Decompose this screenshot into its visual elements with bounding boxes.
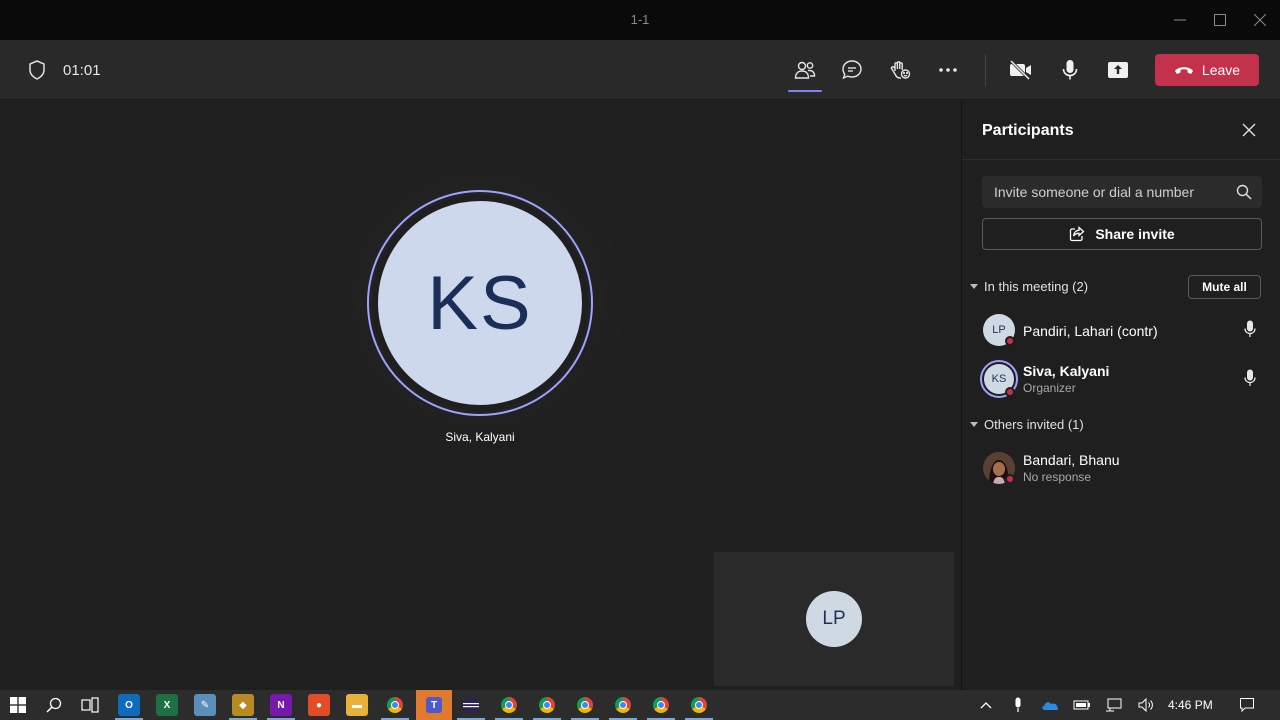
invited-status: No response (1023, 470, 1092, 484)
leave-label: Leave (1201, 62, 1241, 78)
main-participant-name: Siva, Kalyani (445, 430, 515, 444)
self-avatar: LP (806, 591, 862, 647)
maximize-button[interactable] (1208, 8, 1232, 32)
more-icon (939, 68, 957, 72)
participant-row[interactable]: LP Pandiri, Lahari (contr) (962, 314, 1280, 360)
toolbar-divider (985, 54, 986, 86)
share-invite-label: Share invite (1095, 226, 1175, 242)
busy-status-icon (1005, 387, 1015, 397)
camera-toggle[interactable] (1005, 54, 1037, 86)
main-avatar: KS (367, 190, 593, 416)
search-icon[interactable] (1236, 184, 1252, 205)
in-meeting-label: In this meeting (2) (984, 279, 1089, 294)
windows-taskbar: O X ✎ ◆ N ● ▬ T 4:46 PM (0, 690, 1280, 720)
close-icon (1254, 14, 1266, 26)
panel-title: Participants (982, 122, 1074, 139)
title-bar: 1-1 (0, 0, 1280, 40)
leave-button[interactable]: Leave (1155, 54, 1259, 86)
search-icon[interactable] (43, 694, 65, 716)
show-hidden-icons-chevron-icon[interactable] (975, 694, 997, 716)
caret-down-icon (970, 421, 978, 427)
chat-icon (842, 60, 862, 80)
eclipse-icon[interactable] (460, 694, 482, 716)
share-invite-button[interactable]: Share invite (982, 218, 1262, 250)
network-icon[interactable] (1103, 694, 1125, 716)
onenote-icon[interactable]: N (270, 694, 292, 716)
more-actions-button[interactable] (932, 54, 964, 86)
reactions-button[interactable] (884, 54, 916, 86)
excel-icon[interactable]: X (156, 694, 178, 716)
participant-name: Pandiri, Lahari (contr) (1023, 323, 1158, 339)
paint-icon[interactable]: ● (308, 694, 330, 716)
chrome-icon[interactable] (384, 694, 406, 716)
chrome-icon[interactable] (536, 694, 558, 716)
notifications-icon[interactable] (1236, 694, 1258, 716)
chrome-icon[interactable] (498, 694, 520, 716)
invited-name: Bandari, Bhanu (1023, 452, 1120, 468)
participant-role: Organizer (1023, 381, 1076, 395)
participants-panel: Participants Share invite In this meetin… (961, 100, 1280, 690)
chrome-icon[interactable] (612, 694, 634, 716)
invite-search (982, 176, 1262, 208)
hang-up-icon (1174, 67, 1193, 74)
participants-button[interactable] (788, 54, 822, 92)
others-invited-section-toggle[interactable]: Others invited (1) (970, 417, 1084, 432)
close-icon (1242, 123, 1256, 137)
chrome-icon[interactable] (688, 694, 710, 716)
notepad-icon[interactable]: ✎ (194, 694, 216, 716)
camera-off-icon (1009, 59, 1031, 81)
onedrive-icon[interactable] (1039, 694, 1061, 716)
mic-icon[interactable] (1244, 369, 1256, 392)
people-icon (794, 61, 816, 79)
maximize-icon (1214, 14, 1226, 26)
invite-search-input[interactable] (982, 176, 1232, 208)
caret-down-icon (970, 283, 978, 289)
task-view-icon[interactable] (79, 694, 101, 716)
battery-icon[interactable] (1071, 694, 1093, 716)
share-icon (1070, 226, 1085, 242)
close-window-button[interactable] (1248, 8, 1272, 32)
chrome-icon[interactable] (650, 694, 672, 716)
mute-all-button[interactable]: Mute all (1188, 275, 1261, 299)
meeting-toolbar: 01:01 Leave (0, 40, 1280, 100)
participant-name: Siva, Kalyani (1023, 363, 1110, 379)
taskbar-clock[interactable]: 4:46 PM (1168, 698, 1213, 712)
shield-icon[interactable] (28, 60, 46, 85)
microphone-icon (1062, 60, 1078, 80)
close-panel-button[interactable] (1239, 120, 1259, 140)
participant-row[interactable]: KS Siva, Kalyani Organizer (962, 360, 1280, 409)
tray-microphone-icon[interactable] (1007, 694, 1029, 716)
in-meeting-section-toggle[interactable]: In this meeting (2) (970, 279, 1088, 294)
raise-hand-icon (890, 61, 911, 79)
volume-icon[interactable] (1135, 694, 1157, 716)
meeting-stage: KS Siva, Kalyani LP (0, 100, 960, 690)
minimize-button[interactable] (1168, 8, 1192, 32)
meeting-timer: 01:01 (63, 62, 101, 79)
busy-status-icon (1005, 474, 1015, 484)
panel-header: Participants (962, 100, 1280, 160)
windows-start-icon[interactable] (7, 694, 29, 716)
busy-status-icon (1005, 336, 1015, 346)
share-screen-icon (1108, 62, 1128, 78)
git-icon[interactable]: ◆ (232, 694, 254, 716)
outlook-icon[interactable]: O (118, 694, 140, 716)
teams-icon[interactable]: T (416, 690, 452, 720)
self-video-tile[interactable]: LP (714, 552, 954, 686)
minimize-icon (1174, 19, 1186, 21)
main-avatar-initials: KS (372, 195, 588, 411)
file-explorer-icon[interactable]: ▬ (346, 694, 368, 716)
share-screen-button[interactable] (1102, 54, 1134, 86)
others-invited-label: Others invited (1) (984, 417, 1084, 432)
mic-icon[interactable] (1244, 320, 1256, 343)
chat-button[interactable] (836, 54, 868, 86)
chrome-icon[interactable] (574, 694, 596, 716)
window-title: 1-1 (630, 12, 650, 27)
invited-row[interactable]: Bandari, Bhanu No response (962, 452, 1280, 498)
mic-toggle[interactable] (1054, 54, 1086, 86)
